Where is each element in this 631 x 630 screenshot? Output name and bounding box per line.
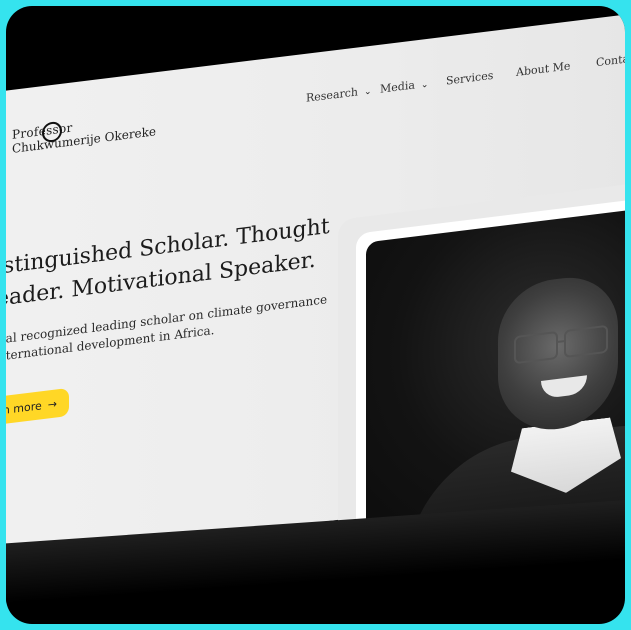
chevron-down-icon: ⌄	[420, 79, 429, 91]
portrait-photo	[366, 198, 625, 535]
nav-item-media[interactable]: Media ⌄	[380, 77, 429, 95]
learn-more-label: n more	[6, 398, 42, 417]
nav-item-services[interactable]: Services	[446, 69, 493, 88]
device-frame: Professor Chukwumerije Okereke Research ⌄…	[6, 6, 625, 624]
glasses-left-icon	[514, 330, 558, 365]
nav-item-research[interactable]: Research ⌄	[306, 84, 372, 104]
top-navigation: Professor Chukwumerije Okereke Research ⌄…	[6, 6, 625, 178]
nav-item-about-me[interactable]: About Me	[516, 59, 570, 79]
glasses-right-icon	[564, 324, 608, 359]
chevron-down-icon: ⌄	[364, 86, 372, 98]
portrait-card	[338, 168, 625, 560]
learn-more-button[interactable]: n more →	[6, 387, 69, 427]
nav-item-contact[interactable]: Conta	[596, 52, 625, 69]
arrow-right-icon: →	[47, 396, 57, 412]
website-page: Professor Chukwumerije Okereke Research ⌄…	[6, 6, 625, 569]
site-logo[interactable]: Professor Chukwumerije Okereke	[12, 110, 156, 155]
portrait-frame	[356, 187, 625, 546]
